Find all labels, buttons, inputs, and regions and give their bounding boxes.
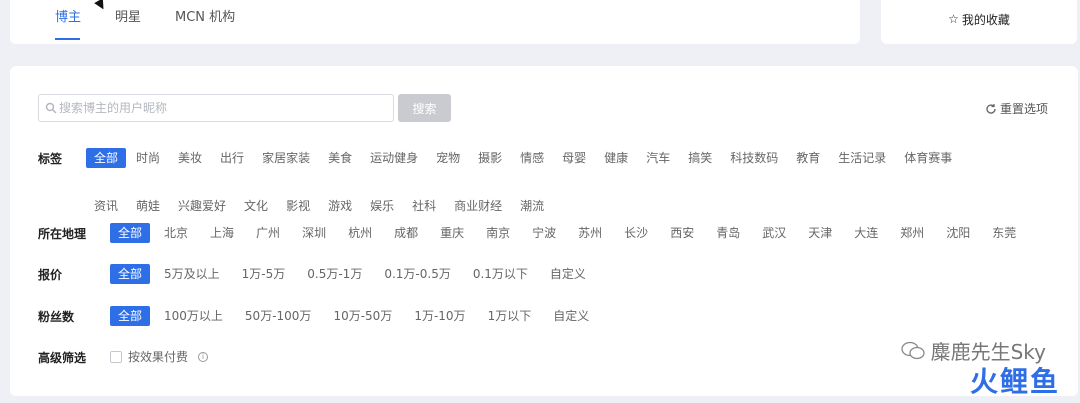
tags-option[interactable]: 商业财经 <box>446 196 510 216</box>
checkbox-box[interactable] <box>110 350 122 363</box>
tags-option[interactable]: 科技数码 <box>722 148 786 168</box>
fans-option[interactable]: 50万-100万 <box>237 306 320 326</box>
tags-option[interactable]: 娱乐 <box>362 196 402 216</box>
location-option[interactable]: 成都 <box>386 223 426 243</box>
price-option[interactable]: 0.5万-1万 <box>299 264 370 284</box>
tags-option[interactable]: 健康 <box>596 148 636 168</box>
tags-option[interactable]: 家居家装 <box>254 148 318 168</box>
fans-label: 粉丝数 <box>38 310 75 324</box>
star-outline-icon: ☆ <box>948 12 959 26</box>
location-option[interactable]: 天津 <box>800 223 840 243</box>
brand-watermark: 火鲤鱼 <box>969 365 1060 398</box>
price-option[interactable]: 5万及以上 <box>156 264 228 284</box>
search-button[interactable]: 搜索 <box>398 94 451 122</box>
tags-option[interactable]: 影视 <box>278 196 318 216</box>
tags-options: 全部 时尚 美妆 出行 家居家装 美食 运动健身 宠物 摄影 情感 母婴 健康 汽车 搞笑 科技数码 教育 生活… <box>86 148 1058 216</box>
tags-option[interactable]: 生活记录 <box>830 148 894 168</box>
info-icon[interactable]: i <box>198 351 209 362</box>
tags-option[interactable]: 汽车 <box>638 148 678 168</box>
tags-option[interactable]: 情感 <box>512 148 552 168</box>
price-option[interactable]: 0.1万-0.5万 <box>376 264 459 284</box>
tags-option[interactable]: 萌娃 <box>128 196 168 216</box>
favorites-label: 我的收藏 <box>961 12 1010 27</box>
tags-option[interactable]: 社科 <box>404 196 444 216</box>
reset-label: 重置选项 <box>999 102 1048 116</box>
tags-option[interactable]: 宠物 <box>428 148 468 168</box>
tags-option[interactable]: 兴趣爱好 <box>170 196 234 216</box>
location-option[interactable]: 苏州 <box>570 223 610 243</box>
pay-by-effect-label: 按效果付费 <box>128 350 189 364</box>
location-option[interactable]: 东莞 <box>984 223 1024 243</box>
fans-option[interactable]: 10万-50万 <box>325 306 400 326</box>
tab-stars[interactable]: 明星 <box>115 6 141 25</box>
favorites-button[interactable]: ☆ 我的收藏 <box>948 11 1010 28</box>
tags-option[interactable]: 潮流 <box>512 196 552 216</box>
location-option[interactable]: 郑州 <box>892 223 932 243</box>
location-options: 全部 北京 上海 广州 深圳 杭州 成都 重庆 南京 宁波 苏州 长沙 西安 青岛 武汉 天津 大连 郑州 沈阳 东莞 <box>110 223 1058 243</box>
location-option[interactable]: 青岛 <box>708 223 748 243</box>
location-option[interactable]: 深圳 <box>294 223 334 243</box>
location-option[interactable]: 南京 <box>478 223 518 243</box>
location-option[interactable]: 长沙 <box>616 223 656 243</box>
reset-button[interactable]: 重置选项 <box>985 100 1048 117</box>
location-option[interactable]: 沈阳 <box>938 223 978 243</box>
location-option[interactable]: 北京 <box>156 223 196 243</box>
favorites-panel: ☆ 我的收藏 <box>881 0 1077 44</box>
tab-bar: 博主 明星 MCN 机构 <box>10 0 860 44</box>
location-option[interactable]: 大连 <box>846 223 886 243</box>
location-option[interactable]: 宁波 <box>524 223 564 243</box>
location-option[interactable]: 广州 <box>248 223 288 243</box>
price-option[interactable]: 0.1万以下 <box>465 264 536 284</box>
wechat-icon <box>900 341 925 359</box>
tags-option[interactable]: 游戏 <box>320 196 360 216</box>
location-label: 所在地理 <box>38 227 87 241</box>
price-label: 报价 <box>38 268 63 282</box>
tags-option[interactable]: 教育 <box>788 148 828 168</box>
refresh-icon <box>986 103 996 114</box>
active-tab-indicator <box>55 38 80 40</box>
tab-mcn[interactable]: MCN 机构 <box>175 6 235 25</box>
location-option[interactable]: 西安 <box>662 223 702 243</box>
fans-option[interactable]: 1万以下 <box>480 306 540 326</box>
tags-label: 标签 <box>38 152 63 166</box>
tags-option[interactable]: 资讯 <box>86 196 126 216</box>
tags-option[interactable]: 摄影 <box>470 148 510 168</box>
tab-bloggers[interactable]: 博主 <box>55 6 81 25</box>
search-icon <box>45 102 57 114</box>
advanced-filter-label: 高级筛选 <box>38 351 87 365</box>
fans-options: 全部 100万以上 50万-100万 10万-50万 1万-10万 1万以下 自定义 <box>110 306 1058 326</box>
price-option[interactable]: 自定义 <box>542 264 594 284</box>
tags-option[interactable]: 搞笑 <box>680 148 720 168</box>
tags-option[interactable]: 母婴 <box>554 148 594 168</box>
location-option[interactable]: 上海 <box>202 223 242 243</box>
search-input[interactable] <box>57 100 393 116</box>
tags-option[interactable]: 美食 <box>320 148 360 168</box>
tags-option[interactable]: 美妆 <box>170 148 210 168</box>
location-option[interactable]: 武汉 <box>754 223 794 243</box>
fans-option[interactable]: 全部 <box>110 306 151 326</box>
tags-option[interactable]: 文化 <box>236 196 276 216</box>
fans-option[interactable]: 1万-10万 <box>406 306 473 326</box>
tags-option[interactable]: 出行 <box>212 148 252 168</box>
pay-by-effect-checkbox[interactable]: 按效果付费 i <box>110 348 209 365</box>
location-option[interactable]: 重庆 <box>432 223 472 243</box>
price-options: 全部 5万及以上 1万-5万 0.5万-1万 0.1万-0.5万 0.1万以下 自定义 <box>110 264 1058 284</box>
fans-option[interactable]: 100万以上 <box>156 306 231 326</box>
tags-option[interactable]: 全部 <box>86 148 127 168</box>
location-option[interactable]: 杭州 <box>340 223 380 243</box>
tags-option[interactable]: 时尚 <box>128 148 168 168</box>
tags-option[interactable]: 运动健身 <box>362 148 426 168</box>
search-field[interactable] <box>38 94 394 122</box>
price-option[interactable]: 1万-5万 <box>234 264 294 284</box>
location-option[interactable]: 全部 <box>110 223 151 243</box>
price-option[interactable]: 全部 <box>110 264 151 284</box>
tags-option[interactable]: 体育赛事 <box>896 148 960 168</box>
fans-option[interactable]: 自定义 <box>545 306 597 326</box>
